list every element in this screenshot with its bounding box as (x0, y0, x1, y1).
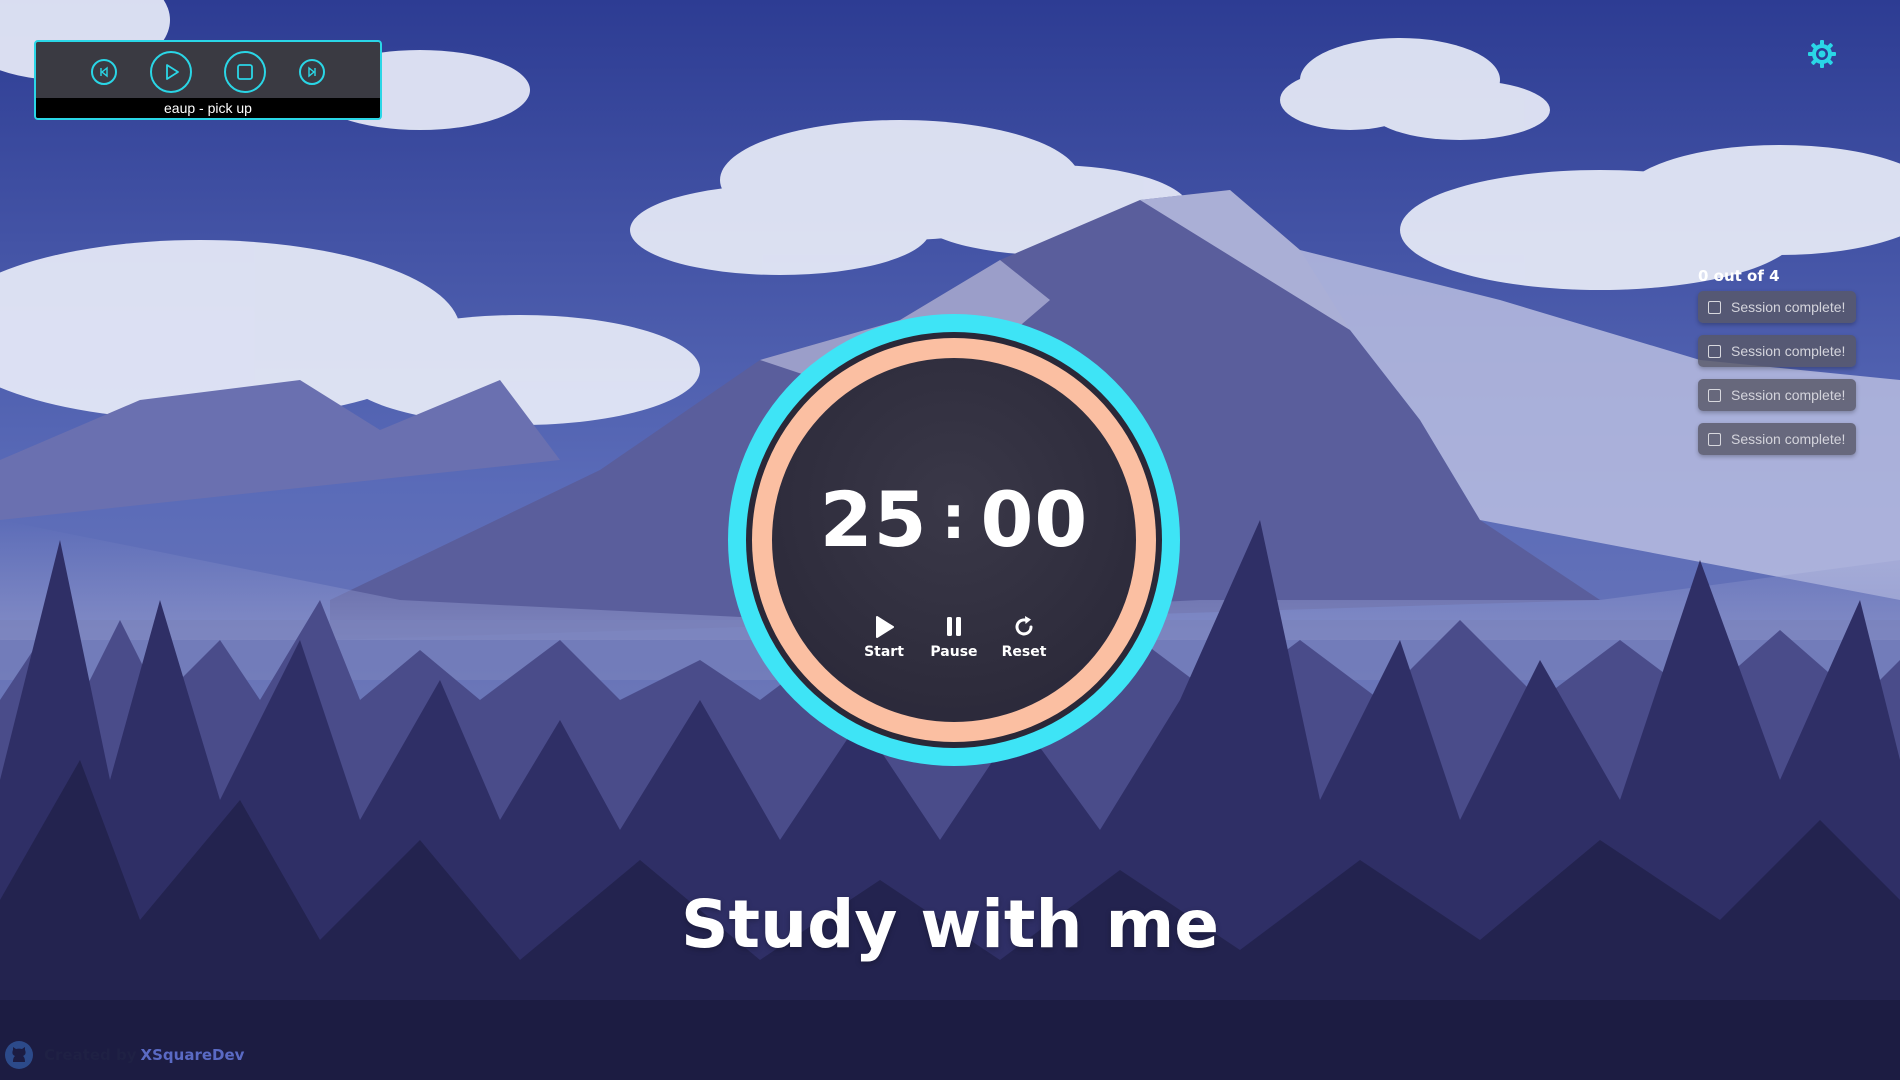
play-button[interactable] (149, 51, 192, 93)
timer-display: 25:00 (728, 478, 1180, 560)
start-label: Start (864, 644, 904, 660)
session-checkbox[interactable] (1708, 388, 1721, 402)
credit-prefix: Created by (44, 1046, 137, 1064)
pause-label: Pause (930, 644, 978, 660)
sessions-count: 0 out of 4 (1698, 267, 1780, 285)
music-player: eaup - pick up (34, 40, 382, 120)
gear-icon (1808, 40, 1836, 68)
timer-seconds: 00 (980, 475, 1089, 564)
stop-button[interactable] (224, 51, 267, 93)
session-checkbox[interactable] (1708, 344, 1721, 358)
session-item: Session complete! (1698, 423, 1856, 455)
sessions-panel: 0 out of 4 Session complete! Session com… (1698, 267, 1856, 467)
pause-button[interactable]: Pause (930, 614, 978, 660)
track-name: eaup - pick up (36, 98, 380, 118)
author-link[interactable]: XSquareDev (141, 1046, 245, 1064)
settings-button[interactable] (1806, 38, 1838, 70)
github-icon[interactable] (4, 1040, 34, 1070)
skip-forward-icon (308, 66, 316, 78)
session-label: Session complete! (1731, 431, 1846, 447)
player-controls (36, 42, 380, 102)
skip-back-icon (100, 66, 108, 78)
stop-icon (237, 64, 254, 80)
session-label: Session complete! (1731, 387, 1846, 403)
session-label: Session complete! (1731, 299, 1846, 315)
play-icon (876, 616, 894, 638)
reset-button[interactable]: Reset (1000, 614, 1048, 660)
session-item: Session complete! (1698, 379, 1856, 411)
timer-controls: Start Pause Reset (728, 614, 1180, 660)
session-item: Session complete! (1698, 335, 1856, 367)
pomodoro-timer: 25:00 Start Pause Reset (728, 314, 1180, 766)
skip-forward-button[interactable] (299, 59, 326, 85)
session-checkbox[interactable] (1708, 432, 1721, 446)
skip-back-button[interactable] (90, 59, 117, 85)
play-icon (165, 64, 179, 80)
page-title: Study with me (681, 886, 1219, 963)
timer-separator: : (941, 483, 967, 553)
timer-minutes: 25 (819, 475, 928, 564)
session-item: Session complete! (1698, 291, 1856, 323)
footer-credit: Created by XSquareDev (4, 1040, 244, 1070)
reset-icon (1015, 616, 1033, 636)
pause-icon (947, 617, 961, 636)
reset-label: Reset (1001, 644, 1047, 660)
start-button[interactable]: Start (860, 614, 908, 660)
session-checkbox[interactable] (1708, 300, 1721, 314)
session-label: Session complete! (1731, 343, 1846, 359)
